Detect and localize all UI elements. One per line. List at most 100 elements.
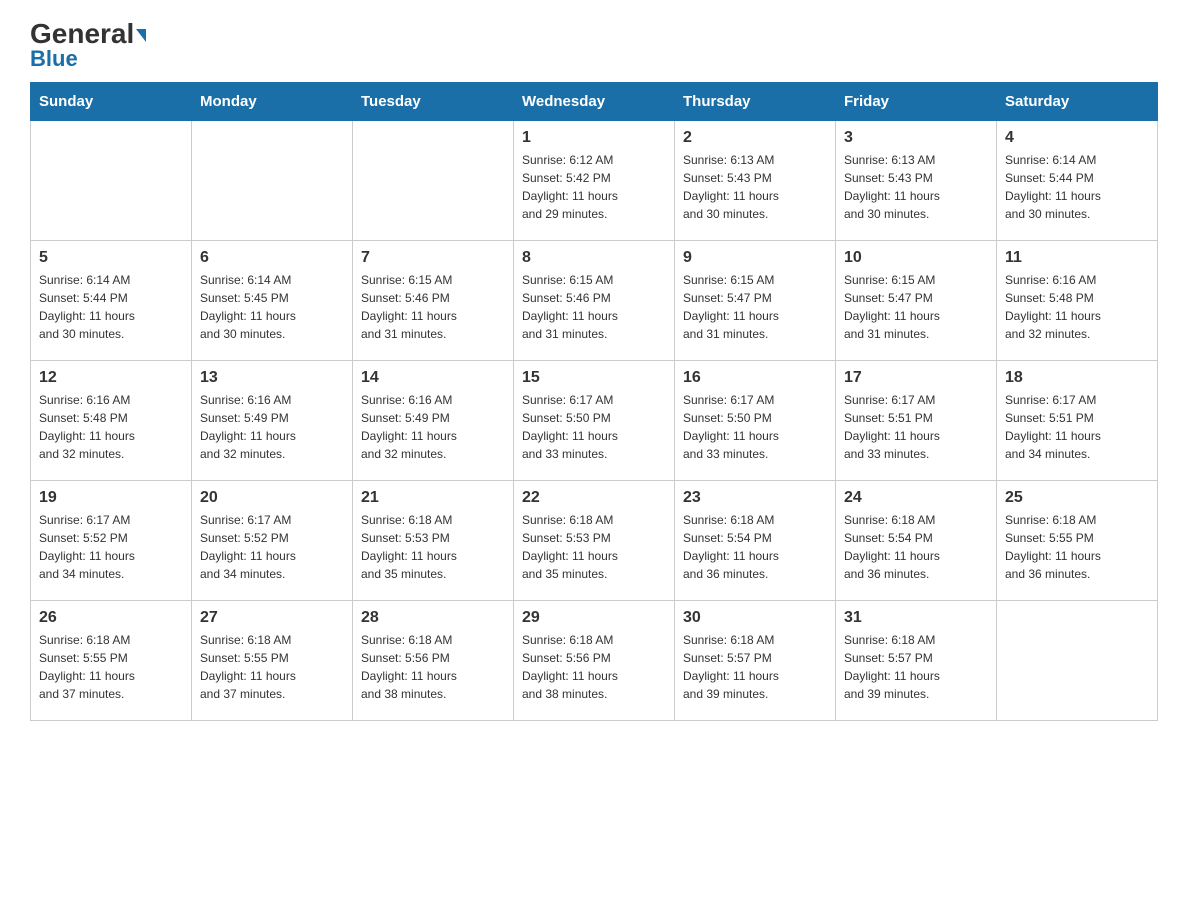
day-info: Sunrise: 6:17 AM Sunset: 5:51 PM Dayligh… xyxy=(1005,391,1149,463)
day-info: Sunrise: 6:18 AM Sunset: 5:56 PM Dayligh… xyxy=(522,631,666,703)
day-number: 27 xyxy=(200,609,344,627)
calendar-cell: 16 Sunrise: 6:17 AM Sunset: 5:50 PM Dayli… xyxy=(675,361,836,481)
day-info: Sunrise: 6:13 AM Sunset: 5:43 PM Dayligh… xyxy=(683,151,827,223)
calendar-cell: 23Sunrise: 6:18 AM Sunset: 5:54 PM Dayli… xyxy=(675,481,836,601)
calendar-table: SundayMondayTuesdayWednesdayThursdayFrid… xyxy=(30,82,1158,721)
calendar-cell: 15 Sunrise: 6:17 AM Sunset: 5:50 PM Dayli… xyxy=(514,361,675,481)
day-info: Sunrise: 6:18 AM Sunset: 5:55 PM Dayligh… xyxy=(1005,511,1149,583)
calendar-cell: 26 Sunrise: 6:18 AM Sunset: 5:55 PM Dayli… xyxy=(31,601,192,721)
calendar-cell xyxy=(997,601,1158,721)
day-number: 1 xyxy=(522,129,666,147)
day-info: Sunrise: 6:17 AM Sunset: 5:51 PM Dayligh… xyxy=(844,391,988,463)
day-info: Sunrise: 6:17 AM Sunset: 5:50 PM Dayligh… xyxy=(522,391,666,463)
day-info: Sunrise: 6:18 AM Sunset: 5:55 PM Dayligh… xyxy=(200,631,344,703)
calendar-cell: 30 Sunrise: 6:18 AM Sunset: 5:57 PM Dayli… xyxy=(675,601,836,721)
day-info: Sunrise: 6:14 AM Sunset: 5:44 PM Dayligh… xyxy=(39,271,183,343)
page-header: General Blue xyxy=(30,20,1158,72)
day-number: 20 xyxy=(200,489,344,507)
calendar-cell: 27 Sunrise: 6:18 AM Sunset: 5:55 PM Dayli… xyxy=(192,601,353,721)
calendar-header-friday: Friday xyxy=(836,83,997,121)
day-number: 5 xyxy=(39,249,183,267)
day-info: Sunrise: 6:15 AM Sunset: 5:46 PM Dayligh… xyxy=(361,271,505,343)
day-info: Sunrise: 6:13 AM Sunset: 5:43 PM Dayligh… xyxy=(844,151,988,223)
calendar-cell: 18 Sunrise: 6:17 AM Sunset: 5:51 PM Dayli… xyxy=(997,361,1158,481)
logo-sub: Blue xyxy=(30,46,78,72)
day-info: Sunrise: 6:15 AM Sunset: 5:46 PM Dayligh… xyxy=(522,271,666,343)
calendar-cell: 19 Sunrise: 6:17 AM Sunset: 5:52 PM Dayli… xyxy=(31,481,192,601)
day-number: 10 xyxy=(844,249,988,267)
day-number: 6 xyxy=(200,249,344,267)
day-info: Sunrise: 6:14 AM Sunset: 5:45 PM Dayligh… xyxy=(200,271,344,343)
day-info: Sunrise: 6:16 AM Sunset: 5:49 PM Dayligh… xyxy=(200,391,344,463)
calendar-header-saturday: Saturday xyxy=(997,83,1158,121)
calendar-cell: 20Sunrise: 6:17 AM Sunset: 5:52 PM Dayli… xyxy=(192,481,353,601)
day-number: 4 xyxy=(1005,129,1149,147)
calendar-cell: 14 Sunrise: 6:16 AM Sunset: 5:49 PM Dayli… xyxy=(353,361,514,481)
day-number: 25 xyxy=(1005,489,1149,507)
day-number: 9 xyxy=(683,249,827,267)
logo: General Blue xyxy=(30,20,146,72)
calendar-cell: 13 Sunrise: 6:16 AM Sunset: 5:49 PM Dayli… xyxy=(192,361,353,481)
day-info: Sunrise: 6:18 AM Sunset: 5:57 PM Dayligh… xyxy=(844,631,988,703)
calendar-cell xyxy=(31,121,192,241)
day-number: 15 xyxy=(522,369,666,387)
calendar-header-wednesday: Wednesday xyxy=(514,83,675,121)
day-info: Sunrise: 6:18 AM Sunset: 5:55 PM Dayligh… xyxy=(39,631,183,703)
calendar-cell: 29 Sunrise: 6:18 AM Sunset: 5:56 PM Dayli… xyxy=(514,601,675,721)
day-info: Sunrise: 6:16 AM Sunset: 5:48 PM Dayligh… xyxy=(1005,271,1149,343)
calendar-cell: 6 Sunrise: 6:14 AM Sunset: 5:45 PM Daylig… xyxy=(192,241,353,361)
calendar-cell: 17 Sunrise: 6:17 AM Sunset: 5:51 PM Dayli… xyxy=(836,361,997,481)
calendar-cell: 21 Sunrise: 6:18 AM Sunset: 5:53 PM Dayli… xyxy=(353,481,514,601)
day-number: 8 xyxy=(522,249,666,267)
calendar-cell xyxy=(192,121,353,241)
day-info: Sunrise: 6:17 AM Sunset: 5:52 PM Dayligh… xyxy=(39,511,183,583)
day-number: 26 xyxy=(39,609,183,627)
calendar-cell: 9 Sunrise: 6:15 AM Sunset: 5:47 PM Daylig… xyxy=(675,241,836,361)
calendar-cell: 28Sunrise: 6:18 AM Sunset: 5:56 PM Dayli… xyxy=(353,601,514,721)
logo-main: General xyxy=(30,20,146,48)
calendar-week-4: 19 Sunrise: 6:17 AM Sunset: 5:52 PM Dayli… xyxy=(31,481,1158,601)
day-number: 21 xyxy=(361,489,505,507)
day-info: Sunrise: 6:15 AM Sunset: 5:47 PM Dayligh… xyxy=(683,271,827,343)
calendar-cell: 3 Sunrise: 6:13 AM Sunset: 5:43 PM Daylig… xyxy=(836,121,997,241)
day-number: 16 xyxy=(683,369,827,387)
day-info: Sunrise: 6:14 AM Sunset: 5:44 PM Dayligh… xyxy=(1005,151,1149,223)
calendar-cell: 24 Sunrise: 6:18 AM Sunset: 5:54 PM Dayli… xyxy=(836,481,997,601)
day-info: Sunrise: 6:15 AM Sunset: 5:47 PM Dayligh… xyxy=(844,271,988,343)
day-number: 17 xyxy=(844,369,988,387)
day-number: 19 xyxy=(39,489,183,507)
day-number: 30 xyxy=(683,609,827,627)
day-number: 29 xyxy=(522,609,666,627)
day-info: Sunrise: 6:18 AM Sunset: 5:54 PM Dayligh… xyxy=(683,511,827,583)
day-number: 24 xyxy=(844,489,988,507)
day-number: 14 xyxy=(361,369,505,387)
day-number: 18 xyxy=(1005,369,1149,387)
day-number: 7 xyxy=(361,249,505,267)
day-info: Sunrise: 6:18 AM Sunset: 5:53 PM Dayligh… xyxy=(361,511,505,583)
day-info: Sunrise: 6:18 AM Sunset: 5:54 PM Dayligh… xyxy=(844,511,988,583)
day-info: Sunrise: 6:17 AM Sunset: 5:50 PM Dayligh… xyxy=(683,391,827,463)
calendar-cell: 5 Sunrise: 6:14 AM Sunset: 5:44 PM Daylig… xyxy=(31,241,192,361)
day-info: Sunrise: 6:18 AM Sunset: 5:53 PM Dayligh… xyxy=(522,511,666,583)
day-number: 11 xyxy=(1005,249,1149,267)
calendar-cell: 1 Sunrise: 6:12 AM Sunset: 5:42 PM Daylig… xyxy=(514,121,675,241)
calendar-header-monday: Monday xyxy=(192,83,353,121)
day-info: Sunrise: 6:12 AM Sunset: 5:42 PM Dayligh… xyxy=(522,151,666,223)
calendar-header-row: SundayMondayTuesdayWednesdayThursdayFrid… xyxy=(31,83,1158,121)
calendar-cell: 8 Sunrise: 6:15 AM Sunset: 5:46 PM Daylig… xyxy=(514,241,675,361)
calendar-cell: 25 Sunrise: 6:18 AM Sunset: 5:55 PM Dayli… xyxy=(997,481,1158,601)
day-number: 22 xyxy=(522,489,666,507)
calendar-cell: 12Sunrise: 6:16 AM Sunset: 5:48 PM Dayli… xyxy=(31,361,192,481)
calendar-cell: 22 Sunrise: 6:18 AM Sunset: 5:53 PM Dayli… xyxy=(514,481,675,601)
day-number: 13 xyxy=(200,369,344,387)
day-info: Sunrise: 6:18 AM Sunset: 5:57 PM Dayligh… xyxy=(683,631,827,703)
calendar-week-3: 12Sunrise: 6:16 AM Sunset: 5:48 PM Dayli… xyxy=(31,361,1158,481)
day-info: Sunrise: 6:16 AM Sunset: 5:49 PM Dayligh… xyxy=(361,391,505,463)
day-number: 3 xyxy=(844,129,988,147)
calendar-cell: 10 Sunrise: 6:15 AM Sunset: 5:47 PM Dayli… xyxy=(836,241,997,361)
calendar-week-2: 5 Sunrise: 6:14 AM Sunset: 5:44 PM Daylig… xyxy=(31,241,1158,361)
calendar-week-5: 26 Sunrise: 6:18 AM Sunset: 5:55 PM Dayli… xyxy=(31,601,1158,721)
calendar-header-sunday: Sunday xyxy=(31,83,192,121)
day-info: Sunrise: 6:18 AM Sunset: 5:56 PM Dayligh… xyxy=(361,631,505,703)
calendar-cell: 2Sunrise: 6:13 AM Sunset: 5:43 PM Daylig… xyxy=(675,121,836,241)
